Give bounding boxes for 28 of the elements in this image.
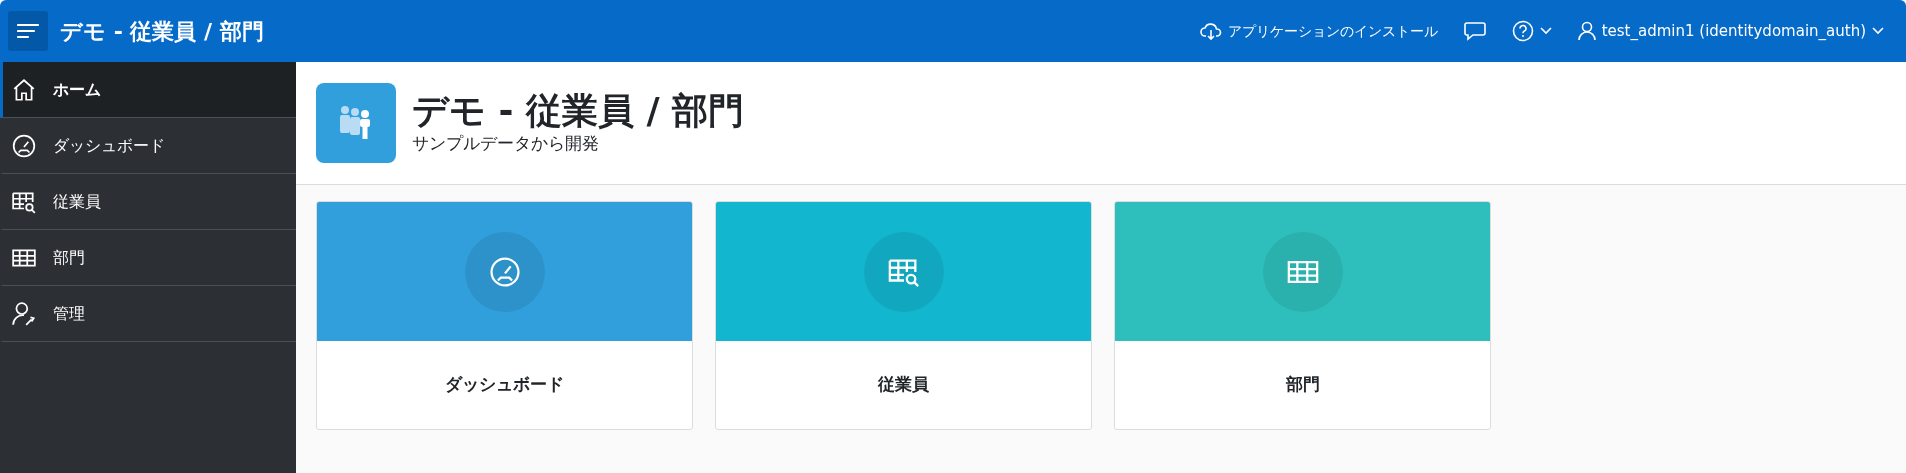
- card[interactable]: ダッシュボード: [316, 201, 693, 430]
- sidebar-item[interactable]: 管理: [0, 286, 296, 342]
- help-icon: [1511, 20, 1534, 42]
- user-wrench-icon: [11, 300, 37, 327]
- card-label: ダッシュボード: [444, 373, 565, 397]
- caret-icon: [1539, 27, 1552, 35]
- page-subtitle: サンプルデータから開発: [412, 131, 600, 155]
- gauge-icon: [487, 254, 522, 289]
- menu-icon: [17, 23, 39, 39]
- page-title: デモ - 従業員 / 部門: [412, 89, 745, 131]
- card-label: 部門: [1284, 373, 1321, 397]
- card-label: 従業員: [877, 373, 930, 397]
- cloud-download-icon: [1199, 21, 1222, 41]
- sidebar-item[interactable]: ホーム: [0, 62, 296, 118]
- sidebar-item[interactable]: 従業員: [0, 174, 296, 230]
- user-menu-button[interactable]: test_admin1 (identitydomain_auth): [1577, 19, 1884, 43]
- install-app-link[interactable]: アプリケーションのインストール: [1199, 20, 1438, 42]
- app-title: デモ - 従業員 / 部門: [60, 17, 264, 46]
- card[interactable]: 部門: [1114, 201, 1491, 430]
- menu-button[interactable]: [8, 11, 48, 51]
- caret-icon: [1872, 27, 1884, 35]
- user-icon: [1577, 21, 1596, 41]
- card[interactable]: 従業員: [715, 201, 1092, 430]
- gauge-icon: [11, 132, 37, 159]
- people-icon: [316, 83, 396, 163]
- chat-icon[interactable]: [1463, 21, 1486, 41]
- help-menu-button[interactable]: [1511, 20, 1552, 42]
- sidebar-item[interactable]: 部門: [0, 230, 296, 286]
